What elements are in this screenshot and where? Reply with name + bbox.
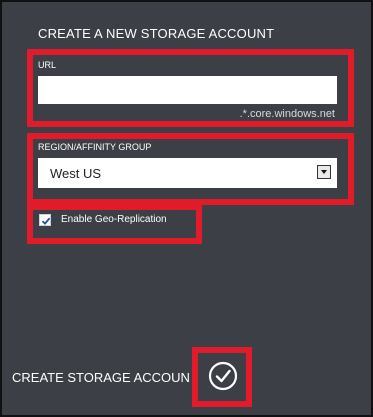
create-storage-button[interactable] — [192, 347, 252, 407]
url-suffix: .*.core.windows.net — [239, 108, 335, 120]
url-label: URL — [38, 60, 57, 70]
geo-replication-label: Enable Geo-Replication — [61, 214, 167, 225]
url-input[interactable] — [38, 76, 337, 104]
checkmark-icon — [41, 217, 51, 225]
geo-replication-checkbox[interactable] — [39, 214, 51, 226]
region-selected-value: West US — [50, 166, 102, 181]
region-label: REGION/AFFINITY GROUP — [38, 142, 152, 152]
chevron-down-icon[interactable] — [317, 165, 331, 179]
create-storage-dialog: CREATE A NEW STORAGE ACCOUNT URL .*.core… — [0, 0, 373, 417]
dialog-title: CREATE A NEW STORAGE ACCOUNT — [38, 26, 275, 41]
circle-check-icon — [208, 361, 238, 391]
create-storage-label: CREATE STORAGE ACCOUN — [12, 370, 190, 385]
region-select[interactable]: West US — [38, 158, 337, 188]
